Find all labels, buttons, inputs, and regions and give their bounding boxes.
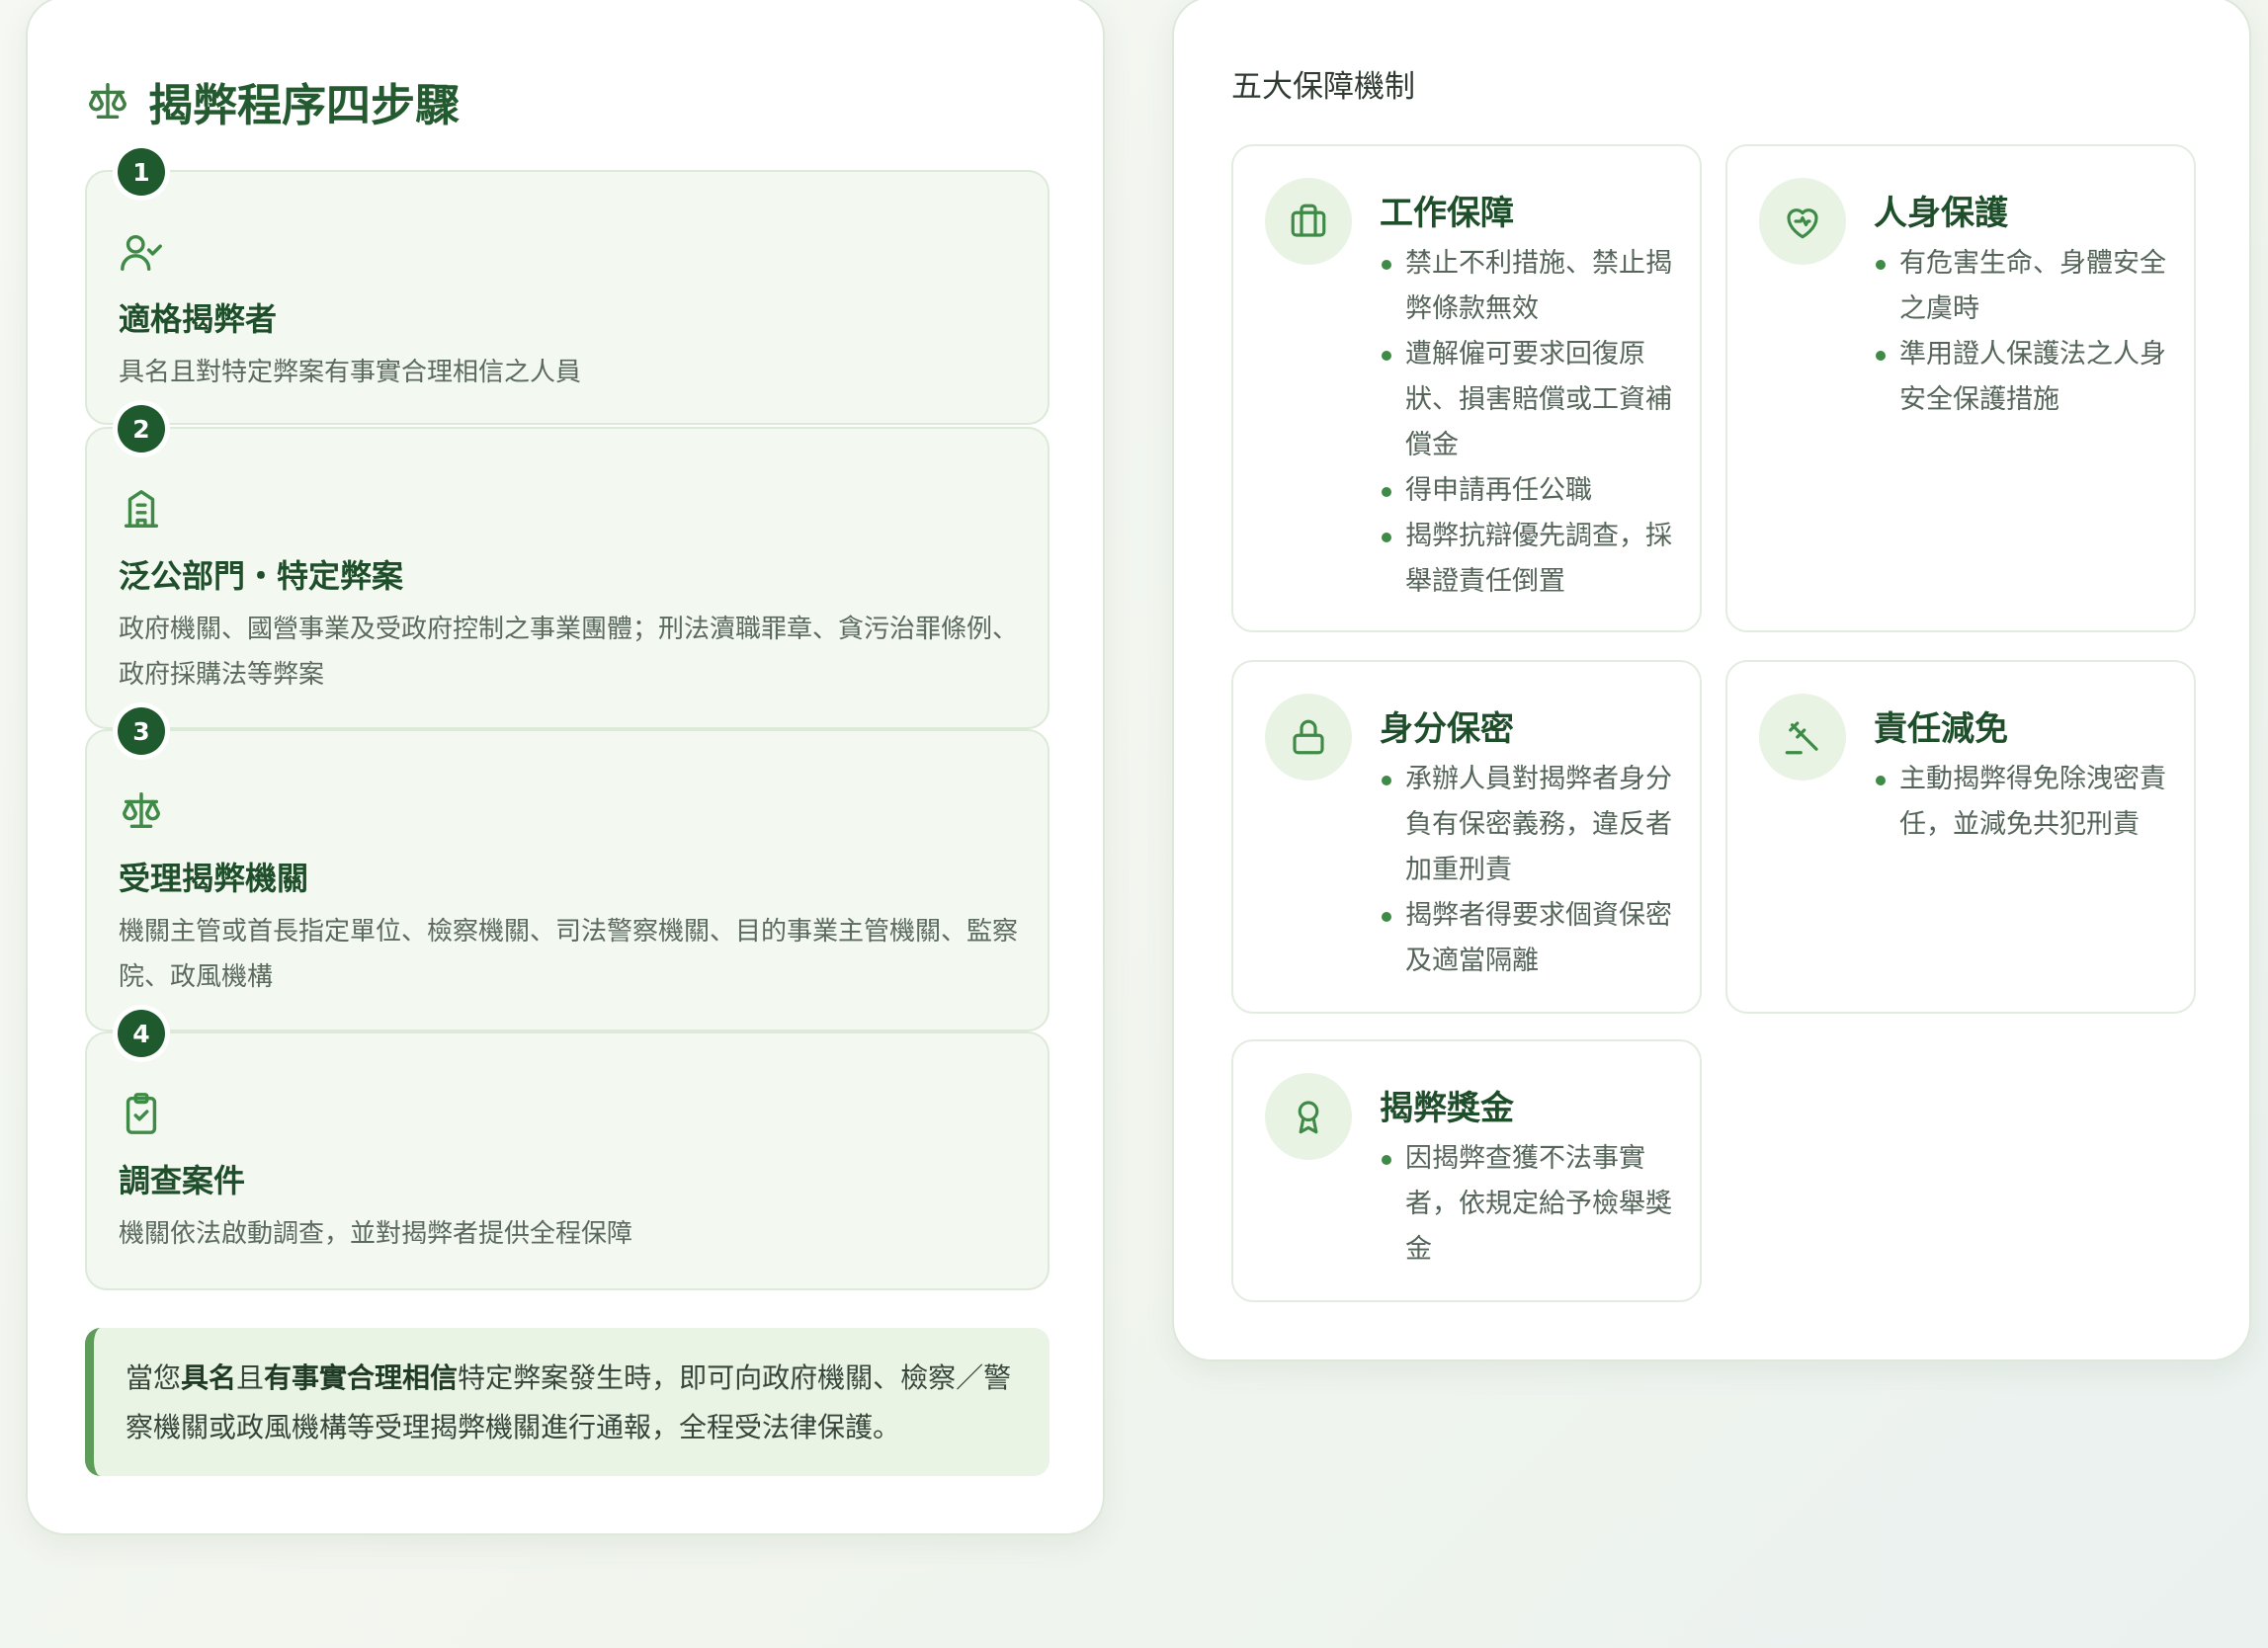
list-item: 準用證人保護法之人身安全保護措施: [1874, 332, 2170, 423]
step-card-3: 受理揭弊機關 機關主管或首長指定單位、檢察機關、司法警察機關、目的事業主管機關、…: [85, 729, 1050, 1031]
steps-title: 揭弊程序四步驟: [85, 69, 460, 133]
step-desc: 政府機關、國營事業及受政府控制之事業團體；刑法瀆職罪章、貪污治罪條例、政府採購法…: [119, 615, 1019, 690]
step-title: 受理揭弊機關: [119, 860, 309, 897]
scale-icon: [89, 82, 126, 119]
lock-icon: [1293, 719, 1324, 755]
step-title: 泛公部門・特定弊案: [119, 557, 404, 595]
list-item: 禁止不利措施、禁止揭弊條款無效: [1380, 241, 1676, 332]
briefcase-icon: [1291, 204, 1326, 237]
protection-list: 禁止不利措施、禁止揭弊條款無效 遭解僱可要求回復原狀、損害賠償或工資補償金 得申…: [1380, 241, 1676, 605]
eligibility-callout: 當您具名且有事實合理相信特定弊案發生時，即可向政府機關、檢察／警察機關或政風機構…: [85, 1328, 1050, 1476]
protection-card-identity: 身分保密 承辦人員對揭弊者身分負有保密義務，違反者加重刑責 揭弊者得要求個資保密…: [1231, 660, 1702, 1014]
list-item: 得申請再任公職: [1380, 468, 1676, 514]
step-desc: 具名且對特定弊案有事實合理相信之人員: [119, 358, 582, 387]
step-desc: 機關依法啟動調查，並對揭弊者提供全程保障: [119, 1219, 633, 1249]
steps-panel: 揭弊程序四步驟 1 適格揭弊者 具名且對特定弊案有事實合理相信之人員 2 泛公部…: [26, 0, 1105, 1535]
protection-card-personal: 人身保護 有危害生命、身體安全之虞時 準用證人保護法之人身安全保護措施: [1725, 144, 2196, 632]
building-icon: [124, 490, 159, 528]
step-number-1: 1: [118, 148, 165, 196]
protections-title: 五大保障機制: [1231, 69, 1415, 105]
scale-icon: [123, 792, 160, 829]
protection-list: 因揭弊查獲不法事實者，依規定給予檢舉獎金: [1380, 1136, 1676, 1273]
step-number-4: 4: [118, 1010, 165, 1057]
protection-title: 人身保護: [1874, 194, 2008, 233]
step-card-1: 適格揭弊者 具名且對特定弊案有事實合理相信之人員: [85, 170, 1050, 425]
protection-title: 責任減免: [1874, 709, 2008, 749]
protection-card-work: 工作保障 禁止不利措施、禁止揭弊條款無效 遭解僱可要求回復原狀、損害賠償或工資補…: [1231, 144, 1702, 632]
protection-list: 主動揭弊得免除洩密責任，並減免共犯刑責: [1874, 757, 2170, 848]
heart-shield-icon: [1787, 208, 1818, 239]
protection-card-reward: 揭弊獎金 因揭弊查獲不法事實者，依規定給予檢舉獎金: [1231, 1039, 1702, 1302]
gavel-icon: [1785, 721, 1818, 755]
list-item: 承辦人員對揭弊者身分負有保密義務，違反者加重刑責: [1380, 757, 1676, 893]
step-desc: 機關主管或首長指定單位、檢察機關、司法警察機關、目的事業主管機關、監察院、政風機…: [119, 917, 1019, 992]
list-item: 因揭弊查獲不法事實者，依規定給予檢舉獎金: [1380, 1136, 1676, 1273]
step-number-3: 3: [118, 707, 165, 755]
step-card-2: 泛公部門・特定弊案 政府機關、國營事業及受政府控制之事業團體；刑法瀆職罪章、貪污…: [85, 427, 1050, 729]
list-item: 揭弊者得要求個資保密及適當隔離: [1380, 893, 1676, 984]
step-number-2: 2: [118, 405, 165, 453]
list-item: 主動揭弊得免除洩密責任，並減免共犯刑責: [1874, 757, 2170, 848]
award-icon: [1298, 1101, 1319, 1134]
protection-title: 身分保密: [1380, 709, 1514, 749]
user-check-icon: [121, 234, 162, 271]
protections-panel: 五大保障機制 工作保障 禁止不利措施、禁止揭弊條款無效 遭解僱可要求回復原狀、損…: [1172, 0, 2251, 1361]
list-item: 遭解僱可要求回復原狀、損害賠償或工資補償金: [1380, 332, 1676, 468]
protection-title: 工作保障: [1380, 194, 1514, 233]
protection-title: 揭弊獎金: [1380, 1089, 1514, 1128]
step-card-4: 調查案件 機關依法啟動調查，並對揭弊者提供全程保障: [85, 1031, 1050, 1290]
list-item: 揭弊抗辯優先調查，採舉證責任倒置: [1380, 514, 1676, 605]
list-item: 有危害生命、身體安全之虞時: [1874, 241, 2170, 332]
step-title: 調查案件: [119, 1162, 246, 1199]
protection-list: 有危害生命、身體安全之虞時 準用證人保護法之人身安全保護措施: [1874, 241, 2170, 423]
protection-list: 承辦人員對揭弊者身分負有保密義務，違反者加重刑責 揭弊者得要求個資保密及適當隔離: [1380, 757, 1676, 984]
clipboard-check-icon: [126, 1093, 157, 1134]
protection-card-liability: 責任減免 主動揭弊得免除洩密責任，並減免共犯刑責: [1725, 660, 2196, 1014]
step-title: 適格揭弊者: [119, 300, 278, 338]
